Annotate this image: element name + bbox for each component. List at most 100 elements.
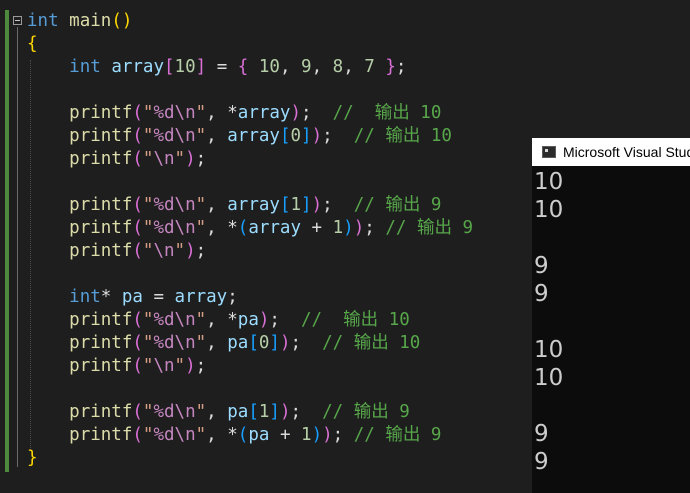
code-token: // 输出 10 <box>353 126 452 146</box>
code-token: ) <box>290 103 302 123</box>
code-token: pa <box>237 310 259 330</box>
code-token: \n <box>153 356 175 376</box>
code-line[interactable]: int main() <box>27 10 473 33</box>
code-token: ; <box>269 310 302 330</box>
code-token: " <box>195 425 207 445</box>
code-line[interactable] <box>27 79 473 102</box>
code-token: ( <box>132 149 143 169</box>
console-window[interactable]: Microsoft Visual Studio 101099101099 <box>532 138 690 493</box>
code-token: ] <box>269 333 280 353</box>
code-line[interactable]: printf("\n"); <box>27 240 473 263</box>
code-token: ; <box>195 241 207 261</box>
console-output-line: 9 <box>534 421 549 447</box>
code-token: ) <box>353 218 365 238</box>
code-line[interactable]: printf("\n"); <box>27 148 473 171</box>
code-token: " <box>142 103 154 123</box>
code-token: %d <box>153 333 175 353</box>
source-code[interactable]: int main(){ int array[10] = { 10, 9, 8, … <box>27 10 473 470</box>
code-line[interactable]: printf("%d\n", *(array + 1)); // 输出 9 <box>27 217 473 240</box>
code-line[interactable]: int array[10] = { 10, 9, 8, 7 }; <box>27 56 473 79</box>
fold-guide-line <box>17 27 18 467</box>
code-token: // 输出 10 <box>322 333 421 353</box>
code-token: + <box>301 218 333 238</box>
code-token: 7 <box>364 57 375 77</box>
code-token: 10 <box>174 57 196 77</box>
console-output-line: 9 <box>534 281 549 307</box>
code-token: \n <box>174 195 196 215</box>
code-line[interactable]: printf("\n"); <box>27 355 473 378</box>
code-token: ; <box>322 195 354 215</box>
code-token: ( <box>132 425 143 445</box>
code-token: ) <box>258 310 270 330</box>
code-token: 8 <box>332 57 344 77</box>
code-token: " <box>174 356 186 376</box>
code-token: , <box>279 57 302 77</box>
code-line[interactable]: int* pa = array; <box>27 286 473 309</box>
code-token: int <box>69 287 101 307</box>
code-token: , <box>206 402 228 422</box>
code-token: ( <box>132 356 143 376</box>
code-token: ) <box>343 218 354 238</box>
code-token: " <box>142 149 154 169</box>
code-token: " <box>142 218 154 238</box>
code-token: %d <box>153 218 175 238</box>
code-line[interactable] <box>27 263 473 286</box>
code-token: ) <box>185 356 196 376</box>
code-line[interactable]: { <box>27 33 473 56</box>
code-token: array <box>174 287 228 307</box>
console-output-line: 10 <box>534 169 564 195</box>
code-token: printf <box>69 402 133 422</box>
code-token: %d <box>153 402 175 422</box>
code-line[interactable]: } <box>27 447 473 470</box>
code-token: ; <box>195 356 207 376</box>
code-token: } <box>385 57 396 77</box>
code-token: , <box>206 333 228 353</box>
code-token: , <box>206 126 228 146</box>
console-output-line: 10 <box>534 337 564 363</box>
code-token: 0 <box>258 333 270 353</box>
console-output-line: 10 <box>534 197 564 223</box>
code-line[interactable]: printf("%d\n", pa[0]); // 输出 10 <box>27 332 473 355</box>
code-token: () <box>111 11 133 31</box>
code-line[interactable]: printf("%d\n", *(pa + 1)); // 输出 9 <box>27 424 473 447</box>
code-token: 1 <box>258 402 270 422</box>
console-titlebar[interactable]: Microsoft Visual Studio <box>532 138 690 166</box>
code-token: \n <box>174 218 196 238</box>
change-tracking-bar <box>5 10 9 472</box>
collapse-icon[interactable] <box>13 16 22 25</box>
code-token: pa <box>248 425 270 445</box>
code-line[interactable] <box>27 378 473 401</box>
code-line[interactable]: printf("%d\n", *array); // 输出 10 <box>27 102 473 125</box>
code-line[interactable]: printf("%d\n", array[0]); // 输出 10 <box>27 125 473 148</box>
code-token: [ <box>279 195 291 215</box>
code-token: array <box>248 218 302 238</box>
code-line[interactable]: printf("%d\n", pa[1]); // 输出 9 <box>27 401 473 424</box>
code-token: ) <box>279 333 291 353</box>
code-line[interactable] <box>27 171 473 194</box>
code-line[interactable]: printf("%d\n", *pa); // 输出 10 <box>27 309 473 332</box>
code-token: %d <box>153 103 175 123</box>
code-line[interactable]: printf("%d\n", array[1]); // 输出 9 <box>27 194 473 217</box>
code-token: * <box>100 287 122 307</box>
code-token: pa <box>121 287 143 307</box>
code-token: ; <box>395 57 407 77</box>
code-token: , <box>311 57 333 77</box>
code-token: ) <box>311 126 323 146</box>
code-token: , <box>206 195 228 215</box>
code-token: main <box>69 11 112 31</box>
code-token: printf <box>69 218 133 238</box>
code-token: %d <box>153 425 175 445</box>
code-token: ; <box>364 218 386 238</box>
code-token: } <box>27 448 38 468</box>
code-token: %d <box>153 310 175 330</box>
code-token: \n <box>153 241 175 261</box>
code-token: printf <box>69 241 133 261</box>
